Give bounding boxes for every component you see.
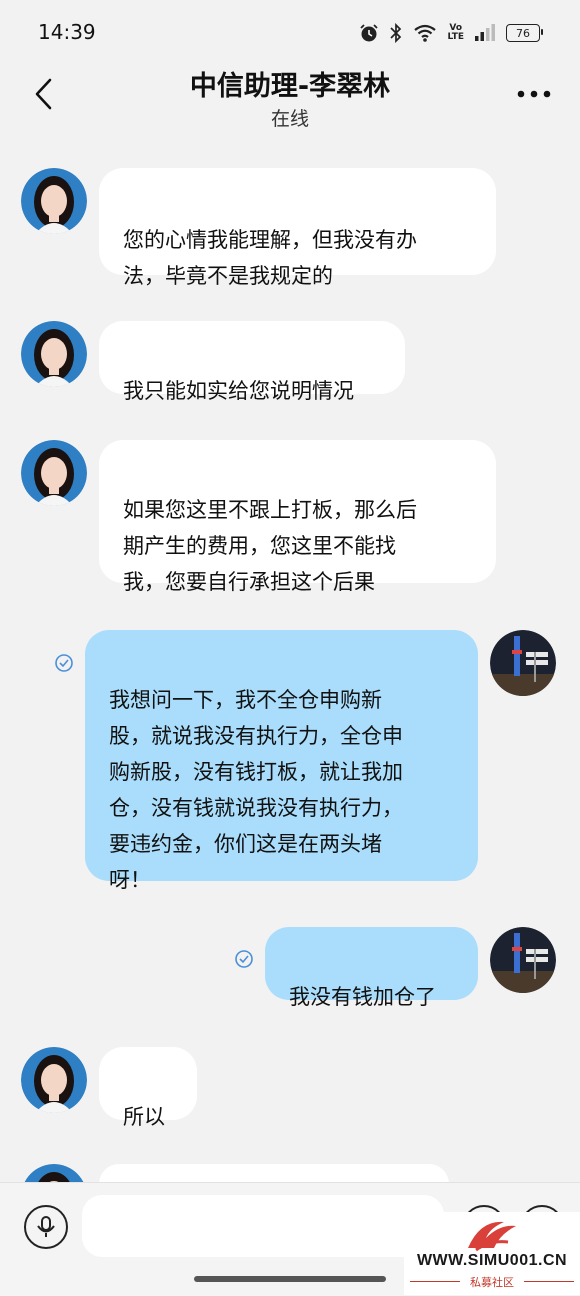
wifi-icon: [414, 24, 437, 42]
alarm-icon: [360, 24, 379, 42]
chat-header: 中信助理-李翠林 在线: [0, 62, 580, 142]
watermark-subtitle: 私募社区: [470, 1276, 514, 1289]
agent-avatar-image: [21, 321, 87, 387]
agent-avatar-image: [21, 168, 87, 234]
microphone-icon: [37, 1216, 55, 1237]
message-text: 我没有钱加仓了: [289, 985, 436, 1009]
agent-avatar[interactable]: [21, 440, 87, 506]
message-input[interactable]: [82, 1195, 444, 1257]
my-avatar-image: [490, 927, 556, 993]
watermark: WWW.SIMU001.CN 私募社区: [404, 1212, 580, 1295]
message-bubble[interactable]: 所以: [99, 1047, 197, 1129]
volte-icon: Vo LTE: [447, 24, 464, 42]
message-text: 我只能如实给您说明情况: [123, 379, 354, 403]
status-time: 14:39: [38, 20, 96, 44]
agent-avatar[interactable]: [21, 1047, 87, 1113]
more-icon: [517, 90, 551, 98]
signal-icon: [475, 24, 495, 41]
watermark-url: WWW.SIMU001.CN: [416, 1252, 568, 1269]
message-bubble[interactable]: 您的心情我能理解，但我没有办 法，毕竟不是我规定的: [99, 168, 496, 288]
voice-button[interactable]: [24, 1205, 68, 1249]
message-bubble[interactable]: 如果您这里不跟上打板，那么后 期产生的费用，您这里不能找 我，您要自行承担这个后…: [99, 440, 496, 594]
agent-avatar[interactable]: [21, 168, 87, 234]
watermark-divider: [524, 1281, 574, 1282]
my-avatar-image: [490, 630, 556, 696]
agent-avatar-image: [21, 1047, 87, 1113]
message-bubble[interactable]: 我没有钱加仓了: [265, 927, 478, 1009]
agent-avatar-image: [21, 440, 87, 506]
online-status: 在线: [270, 108, 309, 130]
status-icons: Vo LTE 76: [359, 20, 543, 46]
home-indicator[interactable]: [194, 1276, 386, 1282]
read-receipt-icon: [55, 654, 73, 672]
message-text: 您的心情我能理解，但我没有办 法，毕竟不是我规定的: [123, 228, 417, 288]
my-avatar[interactable]: [490, 927, 556, 993]
message-text: 我想问一下，我不全仓申购新 股，就说我没有执行力，全仓申 购新股，没有钱打板，就…: [109, 688, 403, 892]
message-text: 如果您这里不跟上打板，那么后 期产生的费用，您这里不能找 我，您要自行承担这个后…: [123, 498, 417, 594]
battery-icon: 76: [506, 24, 543, 42]
status-bar: 14:39 Vo LTE 76: [0, 0, 580, 62]
message-bubble[interactable]: 我想问一下，我不全仓申购新 股，就说我没有执行力，全仓申 购新股，没有钱打板，就…: [85, 630, 478, 892]
battery-level: 76: [516, 26, 530, 40]
my-avatar[interactable]: [490, 630, 556, 696]
more-button[interactable]: [514, 76, 554, 112]
watermark-logo-icon: [468, 1221, 516, 1252]
agent-avatar[interactable]: [21, 321, 87, 387]
volte-line2: LTE: [447, 32, 464, 42]
chat-title: 中信助理-李翠林: [189, 71, 391, 102]
bluetooth-icon: [390, 23, 402, 43]
read-receipt-icon: [235, 950, 253, 968]
message-text: 所以: [123, 1105, 165, 1129]
message-bubble[interactable]: 我只能如实给您说明情况: [99, 321, 405, 403]
